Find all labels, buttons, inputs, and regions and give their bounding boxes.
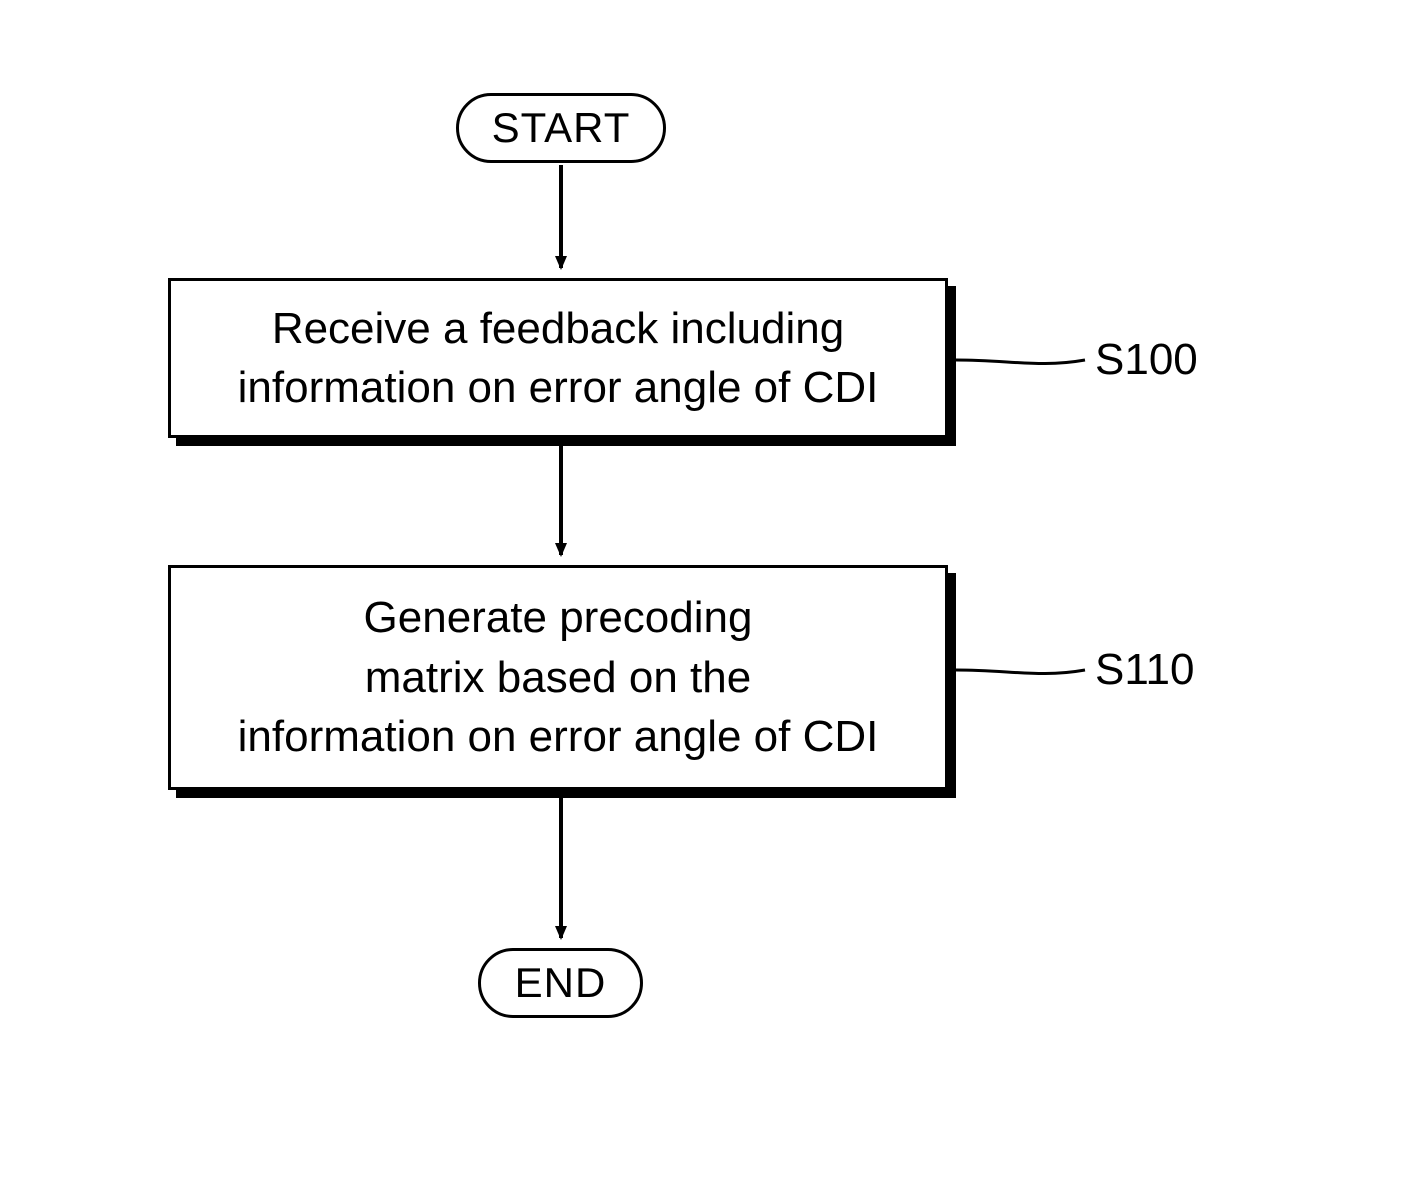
leader-s100 <box>956 360 1085 364</box>
start-label: START <box>492 107 631 149</box>
end-terminator: END <box>478 948 643 1018</box>
process-s100: Receive a feedback including information… <box>168 278 948 438</box>
step-label-s110: S110 <box>1095 645 1195 695</box>
leader-s110 <box>956 670 1085 674</box>
start-terminator: START <box>456 93 666 163</box>
process-s110: Generate precoding matrix based on the i… <box>168 565 948 790</box>
process-s100-text: Receive a feedback including information… <box>238 299 879 418</box>
step-label-s100: S100 <box>1095 335 1198 385</box>
process-s110-text: Generate precoding matrix based on the i… <box>238 588 879 766</box>
end-label: END <box>515 962 607 1004</box>
flowchart-canvas: START Receive a feedback including infor… <box>0 0 1413 1188</box>
